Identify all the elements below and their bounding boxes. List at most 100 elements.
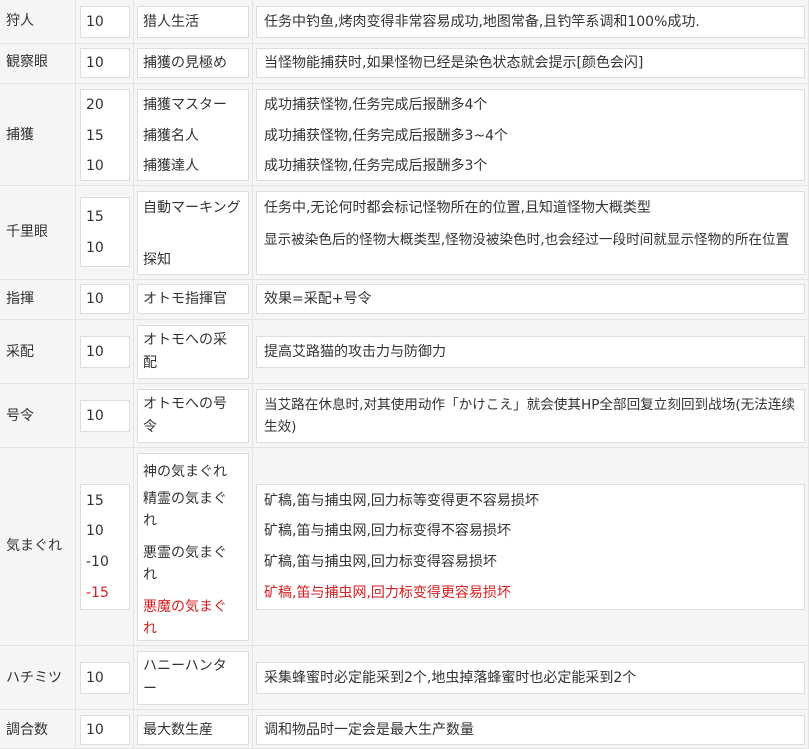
name-box: 猎人生活 bbox=[137, 6, 249, 38]
skill-name: 号令 bbox=[6, 408, 34, 424]
points-cell: 10 bbox=[76, 646, 134, 710]
effect-description: 采集蜂蜜时必定能采到2个,地虫掉落蜂蜜时也必定能采到2个 bbox=[264, 670, 637, 686]
skill-effect-name: 精霊の気まぐれ bbox=[143, 491, 227, 529]
name-cell: オトモへの采配 bbox=[134, 320, 253, 384]
name-cell: 最大数生産 bbox=[134, 710, 253, 749]
points-cell: 20 15 10 bbox=[76, 84, 134, 186]
effect-cell: 矿稿,笛与捕虫网,回力标等变得更不容易损坏 矿稿,笛与捕虫网,回力标变得不容易损… bbox=[253, 448, 809, 646]
skill-effect-name: 捕獲達人 bbox=[143, 158, 199, 174]
effect-description: 调和物品时一定会是最大生产数量 bbox=[264, 722, 474, 738]
effect-description: 矿稿,笛与捕虫网,回力标变得不容易损坏 bbox=[264, 523, 511, 539]
points-box: 10 bbox=[80, 662, 130, 694]
skill-name: 調合数 bbox=[6, 722, 48, 738]
points-box: 20 15 10 bbox=[80, 89, 130, 181]
skill-points: 10 bbox=[86, 670, 104, 686]
effect-cell: 任务中,无论何时都会标记怪物所在的位置,且知道怪物大概类型 显示被染色后的怪物大… bbox=[253, 186, 809, 280]
skill-points: 15 bbox=[86, 209, 104, 225]
effect-description: 成功捕获怪物,任务完成后报酬多3个 bbox=[264, 158, 488, 174]
effect-cell: 效果=采配+号令 bbox=[253, 280, 809, 320]
skill-name: 千里眼 bbox=[6, 224, 48, 240]
effect-description: 矿稿,笛与捕虫网,回力标变得容易损坏 bbox=[264, 554, 497, 570]
skill-effect-name: 自動マーキング bbox=[143, 200, 241, 216]
name-cell: 猎人生活 bbox=[134, 0, 253, 44]
effect-box: 效果=采配+号令 bbox=[256, 284, 805, 314]
skill-name: 観察眼 bbox=[6, 54, 48, 70]
name-box: オトモへの采配 bbox=[137, 325, 249, 379]
skill-effect-name: 探知 bbox=[143, 252, 171, 268]
effect-box: 任务中钓鱼,烤肉变得非常容易成功,地图常备,且钓竿系调和100%成功. bbox=[256, 6, 805, 38]
skill-effect-name: 捕獲マスター bbox=[143, 97, 227, 113]
points-box: 10 bbox=[80, 715, 130, 745]
skill-points: 15 bbox=[86, 493, 104, 509]
skill-name: 捕獲 bbox=[6, 127, 34, 143]
effect-cell: 采集蜂蜜时必定能采到2个,地虫掉落蜂蜜时也必定能采到2个 bbox=[253, 646, 809, 710]
name-box: 神の気まぐれ 精霊の気まぐれ 悪霊の気まぐれ 悪魔の気まぐれ bbox=[137, 453, 249, 641]
effect-cell: 调和物品时一定会是最大生产数量 bbox=[253, 710, 809, 749]
skill-points: 10 bbox=[86, 14, 104, 30]
skill-effect-name: オトモ指揮官 bbox=[143, 291, 227, 307]
skill-cell: 千里眼 bbox=[0, 186, 76, 280]
points-box: 10 bbox=[80, 336, 130, 368]
name-cell: 神の気まぐれ 精霊の気まぐれ 悪霊の気まぐれ 悪魔の気まぐれ bbox=[134, 448, 253, 646]
skill-effect-name: ハニーハンター bbox=[143, 658, 227, 697]
skill-name: ハチミツ bbox=[6, 670, 62, 686]
name-cell: 自動マーキング 探知 bbox=[134, 186, 253, 280]
points-box: 10 bbox=[80, 48, 130, 78]
skill-cell: 調合数 bbox=[0, 710, 76, 749]
name-box: 自動マーキング 探知 bbox=[137, 191, 249, 275]
skill-points: 15 bbox=[86, 128, 104, 144]
skill-cell: ハチミツ bbox=[0, 646, 76, 710]
name-cell: 捕獲マスター 捕獲名人 捕獲達人 bbox=[134, 84, 253, 186]
skill-points: 10 bbox=[86, 523, 104, 539]
points-cell: 10 bbox=[76, 710, 134, 749]
points-cell: 10 bbox=[76, 44, 134, 84]
effect-box: 当怪物能捕获时,如果怪物已经是染色状态就会提示[颜色会闪] bbox=[256, 48, 805, 78]
skill-effect-name: 猎人生活 bbox=[143, 14, 199, 30]
points-box: 15 10 bbox=[80, 197, 130, 267]
points-box: 10 bbox=[80, 400, 130, 432]
skill-points: 10 bbox=[86, 55, 104, 71]
skill-cell: 捕獲 bbox=[0, 84, 76, 186]
points-cell: 10 bbox=[76, 0, 134, 44]
points-box: 10 bbox=[80, 284, 130, 314]
skill-points: 10 bbox=[86, 344, 104, 360]
skill-effect-name: 捕獲名人 bbox=[143, 128, 199, 144]
effect-description: 任务中,无论何时都会标记怪物所在的位置,且知道怪物大概类型 bbox=[264, 200, 651, 216]
skill-name: 采配 bbox=[6, 344, 34, 360]
skill-points-negative: -15 bbox=[86, 585, 109, 601]
points-box: 15 10 -10 -15 bbox=[80, 484, 130, 610]
skill-points: 10 bbox=[86, 291, 104, 307]
effect-cell: 提高艾路猫的攻击力与防御力 bbox=[253, 320, 809, 384]
effect-cell: 当怪物能捕获时,如果怪物已经是染色状态就会提示[颜色会闪] bbox=[253, 44, 809, 84]
name-box: ハニーハンター bbox=[137, 651, 249, 705]
skill-effect-name: 悪霊の気まぐれ bbox=[143, 545, 227, 583]
points-cell: 10 bbox=[76, 280, 134, 320]
skill-cell: 号令 bbox=[0, 384, 76, 448]
effect-box: 调和物品时一定会是最大生产数量 bbox=[256, 715, 805, 745]
skill-table: 狩人 10 猎人生活 任务中钓鱼,烤肉变得非常容易成功,地图常备,且钓竿系调和1… bbox=[0, 0, 809, 749]
skill-cell: 狩人 bbox=[0, 0, 76, 44]
effect-description: 矿稿,笛与捕虫网,回力标等变得更不容易损坏 bbox=[264, 493, 539, 509]
effect-box: 提高艾路猫的攻击力与防御力 bbox=[256, 336, 805, 368]
skill-points: -10 bbox=[86, 554, 109, 570]
name-box: オトモ指揮官 bbox=[137, 284, 249, 314]
skill-points: 10 bbox=[86, 240, 104, 256]
skill-cell: 気まぐれ bbox=[0, 448, 76, 646]
name-cell: オトモへの号令 bbox=[134, 384, 253, 448]
points-cell: 15 10 -10 -15 bbox=[76, 448, 134, 646]
effect-description: 成功捕获怪物,任务完成后报酬多3~4个 bbox=[264, 128, 508, 144]
points-cell: 10 bbox=[76, 320, 134, 384]
skill-name: 気まぐれ bbox=[6, 538, 62, 554]
effect-box: 矿稿,笛与捕虫网,回力标等变得更不容易损坏 矿稿,笛与捕虫网,回力标变得不容易损… bbox=[256, 484, 805, 610]
effect-description: 成功捕获怪物,任务完成后报酬多4个 bbox=[264, 97, 488, 113]
effect-box: 任务中,无论何时都会标记怪物所在的位置,且知道怪物大概类型 显示被染色后的怪物大… bbox=[256, 191, 805, 275]
skill-points: 10 bbox=[86, 722, 104, 738]
effect-box: 成功捕获怪物,任务完成后报酬多4个 成功捕获怪物,任务完成后报酬多3~4个 成功… bbox=[256, 89, 805, 181]
points-box: 10 bbox=[80, 6, 130, 38]
name-box: オトモへの号令 bbox=[137, 389, 249, 443]
skill-effect-name: 最大数生産 bbox=[143, 722, 213, 738]
skill-effect-name-negative: 悪魔の気まぐれ bbox=[143, 599, 227, 637]
skill-name: 狩人 bbox=[6, 13, 34, 29]
name-cell: オトモ指揮官 bbox=[134, 280, 253, 320]
effect-box: 采集蜂蜜时必定能采到2个,地虫掉落蜂蜜时也必定能采到2个 bbox=[256, 662, 805, 694]
